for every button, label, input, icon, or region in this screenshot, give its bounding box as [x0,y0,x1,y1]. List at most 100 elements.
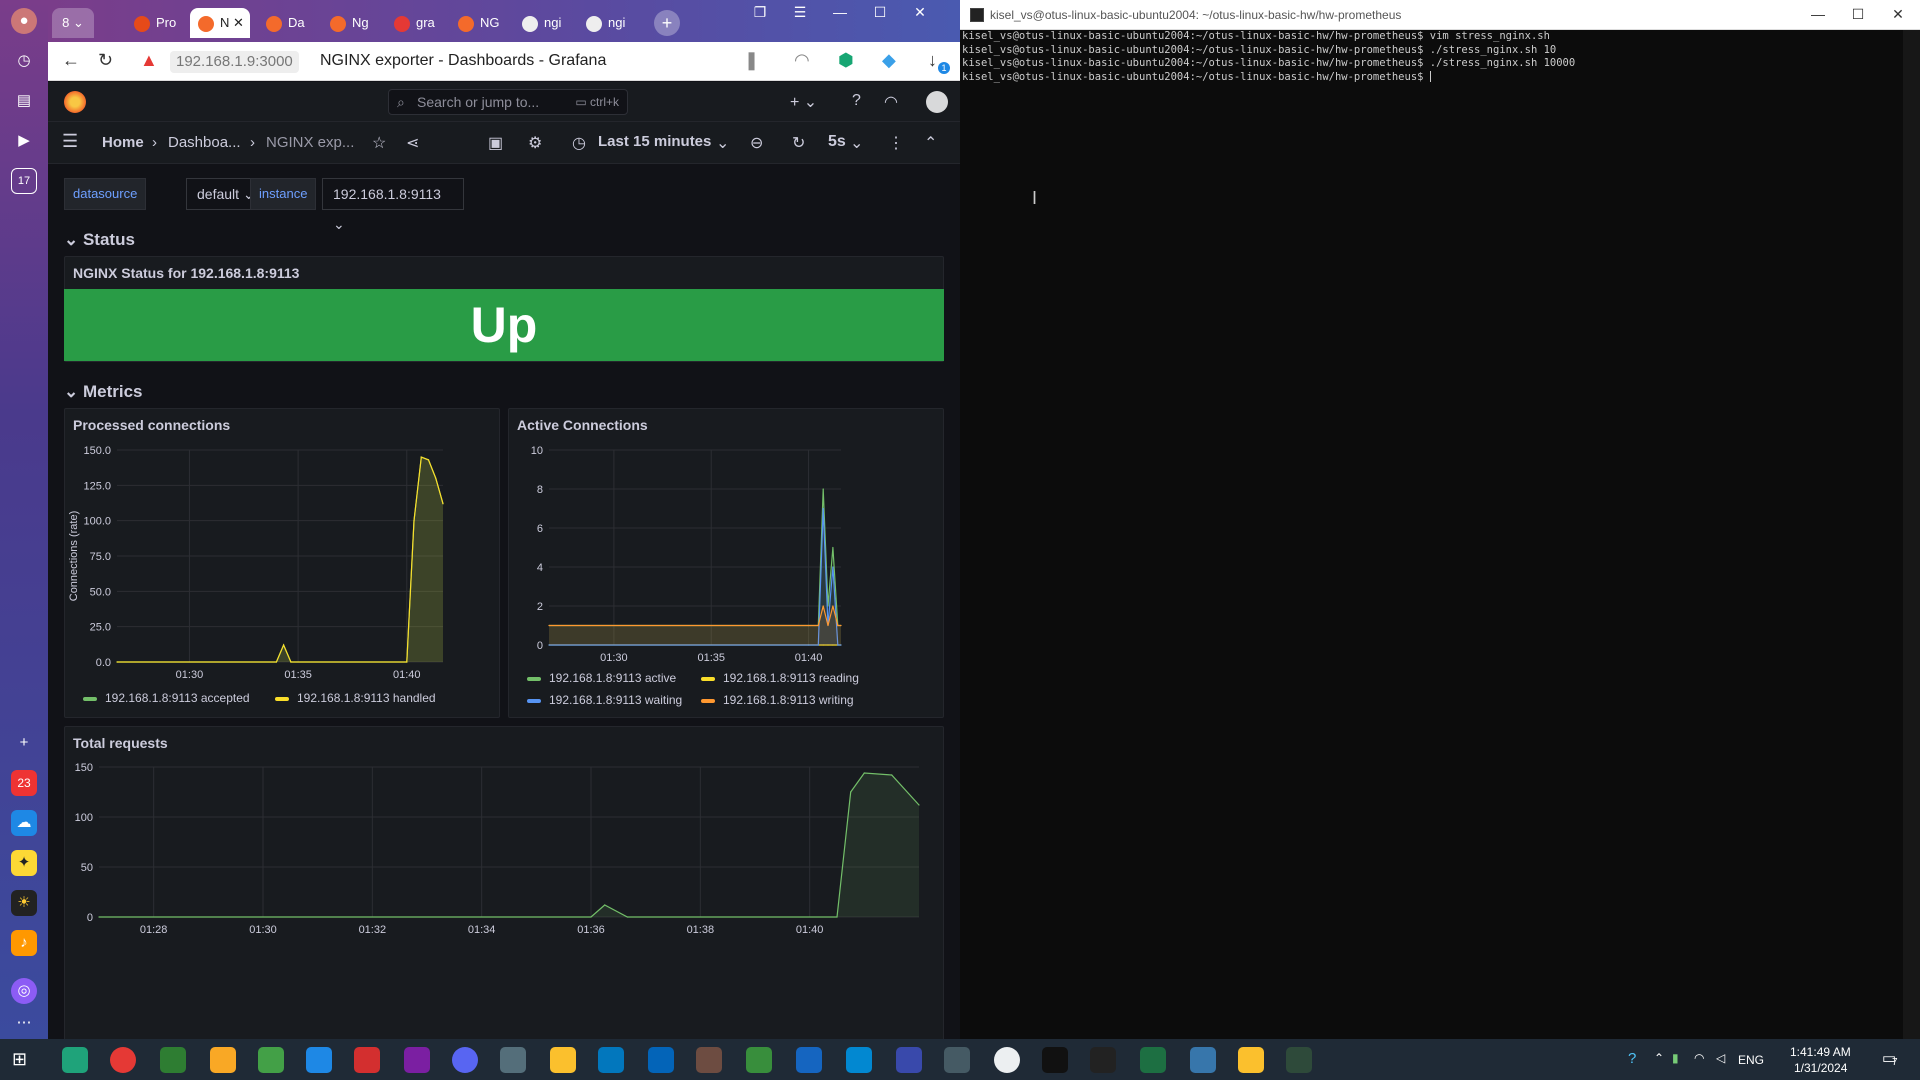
app-remote2-icon[interactable] [944,1047,970,1073]
breadcrumb-home[interactable]: Home [102,134,144,151]
app-terminal-icon[interactable] [1042,1047,1068,1073]
app-xmind-icon[interactable] [354,1047,380,1073]
tab-1[interactable]: Pro [126,8,184,38]
app-putty-icon[interactable] [994,1047,1020,1073]
terminal-maximize-icon[interactable]: ☐ [1840,2,1876,28]
tab-5[interactable]: gra [386,8,444,38]
settings-gear-icon[interactable]: ⚙ [528,133,542,153]
app-maps-icon[interactable] [62,1047,88,1073]
alice-icon[interactable]: ◎ [11,978,37,1004]
url-host[interactable]: 192.168.1.9:3000 [170,51,299,73]
news-icon[interactable]: ◠ [884,92,898,112]
legend-item[interactable]: 192.168.1.8:9113 accepted [83,691,250,705]
time-range-picker[interactable]: Last 15 minutes [598,133,711,150]
close-icon[interactable]: ✕ [902,0,938,26]
history-icon[interactable]: ◷ [11,48,37,74]
more-options-icon[interactable]: ⋮ [888,133,904,153]
volume-icon[interactable]: ◁ [1716,1051,1725,1065]
reload-icon[interactable]: ↻ [98,50,113,71]
app-powershell-icon[interactable] [846,1047,872,1073]
variable-select-instance[interactable]: 192.168.1.8:9113 ⌄ [322,178,464,232]
app-sun-icon[interactable] [1090,1047,1116,1073]
breadcrumb-dashboards[interactable]: Dashboa... [168,134,241,151]
disk-icon[interactable]: ☁ [11,810,37,836]
maximize-icon[interactable]: ☐ [862,0,898,26]
tab-4[interactable]: Ng [322,8,380,38]
tab-3[interactable]: Da [258,8,316,38]
new-menu-icon[interactable]: + ⌄ [790,92,817,112]
tab-7[interactable]: ngi [514,8,572,38]
app-task-icon[interactable] [1286,1047,1312,1073]
profile-avatar-icon[interactable]: ● [11,8,37,34]
add-icon[interactable]: + [11,730,37,756]
help-icon[interactable]: ? [852,92,861,110]
app-yandex-browser-icon[interactable] [110,1047,136,1073]
more-icon[interactable]: ⋯ [11,1010,37,1036]
app-visual-studio-icon[interactable] [404,1047,430,1073]
app-discord-icon[interactable] [452,1047,478,1073]
minimize-icon[interactable]: — [822,0,858,26]
back-icon[interactable]: ← [62,50,80,71]
clock-time[interactable]: 1:41:49 AM [1790,1045,1851,1059]
row-metrics[interactable]: ⌄ Metrics [64,382,143,402]
app-network-icon[interactable] [500,1047,526,1073]
legend-item[interactable]: 192.168.1.8:9113 active [527,671,676,685]
app-vim-icon[interactable] [258,1047,284,1073]
tab-2-active[interactable]: N ✕ [190,8,250,38]
help-tray-icon[interactable]: ? [1628,1050,1636,1067]
chevron-down-icon[interactable]: ⌄ [850,133,863,153]
app-folder-icon[interactable] [1238,1047,1264,1073]
terminal-close-icon[interactable]: ✕ [1880,2,1916,28]
app-game-icon[interactable] [696,1047,722,1073]
app-python-icon[interactable] [1190,1047,1216,1073]
video-icon[interactable]: ▶ [11,128,37,154]
start-button-icon[interactable]: ⊞ [12,1049,27,1070]
mail-badge-icon[interactable]: 23 [11,770,37,796]
terminal-window[interactable]: kisel_vs@otus-linux-basic-ubuntu2004: ~/… [960,0,1920,1039]
save-icon[interactable]: ▣ [488,133,503,153]
tab-counter[interactable]: 8 ⌄ [52,8,94,38]
legend-item[interactable]: 192.168.1.8:9113 waiting [527,693,682,707]
app-torrent-icon[interactable] [160,1047,186,1073]
extension-bird-icon[interactable]: ◆ [882,50,896,71]
calendar-icon[interactable]: 17 [11,168,37,194]
app-media-icon[interactable] [746,1047,772,1073]
app-notes-icon[interactable] [210,1047,236,1073]
app-security-icon[interactable] [598,1047,624,1073]
star-icon[interactable]: ☆ [372,133,386,153]
app-excel-icon[interactable] [1140,1047,1166,1073]
language-indicator[interactable]: ENG [1738,1053,1764,1067]
downloads-icon[interactable]: ↓ [928,50,937,71]
battery-icon[interactable]: ▮ [1672,1051,1679,1065]
terminal-output[interactable]: kisel_vs@otus-linux-basic-ubuntu2004:~/o… [962,30,1902,84]
new-tab-button[interactable]: + [654,10,680,36]
tab-8[interactable]: ngi [578,8,636,38]
browser-menu-icon[interactable]: ☰ [782,0,818,26]
app-outlook-icon[interactable] [648,1047,674,1073]
collections-icon[interactable]: ▤ [11,88,37,114]
zoom-out-icon[interactable]: ⊖ [750,133,763,153]
grafana-logo-icon[interactable] [64,91,86,113]
refresh-interval-picker[interactable]: 5s [828,133,846,151]
terminal-minimize-icon[interactable]: — [1800,2,1836,28]
chevron-down-icon[interactable]: ⌄ [716,133,729,153]
legend-item[interactable]: 192.168.1.8:9113 handled [275,691,436,705]
extension-shield-icon[interactable]: ⬢ [838,50,854,71]
legend-item[interactable]: 192.168.1.8:9113 writing [701,693,854,707]
terminal-scrollbar[interactable] [1903,30,1920,1039]
row-status[interactable]: ⌄ Status [64,230,135,250]
share-icon[interactable]: ⋖ [406,133,419,153]
app-vscode-icon[interactable] [306,1047,332,1073]
collections-toolbar-icon[interactable]: ❐ [742,0,778,26]
weather-icon[interactable]: ☀ [11,890,37,916]
clock-date[interactable]: 1/31/2024 [1794,1061,1847,1075]
search-input[interactable]: ⌕ Search or jump to... ▭ ctrl+k [388,89,628,115]
page-title[interactable]: NGINX exporter - Dashboards - Grafana [320,52,606,70]
app-store-icon[interactable] [796,1047,822,1073]
app-explorer-icon[interactable] [550,1047,576,1073]
legend-item[interactable]: 192.168.1.8:9113 reading [701,671,859,685]
wifi-icon[interactable]: ◠ [1694,1051,1704,1065]
rss-icon[interactable]: ◠ [794,50,810,71]
hamburger-menu-icon[interactable]: ☰ [62,131,78,152]
bookmark-icon[interactable]: ❚ [744,50,759,71]
